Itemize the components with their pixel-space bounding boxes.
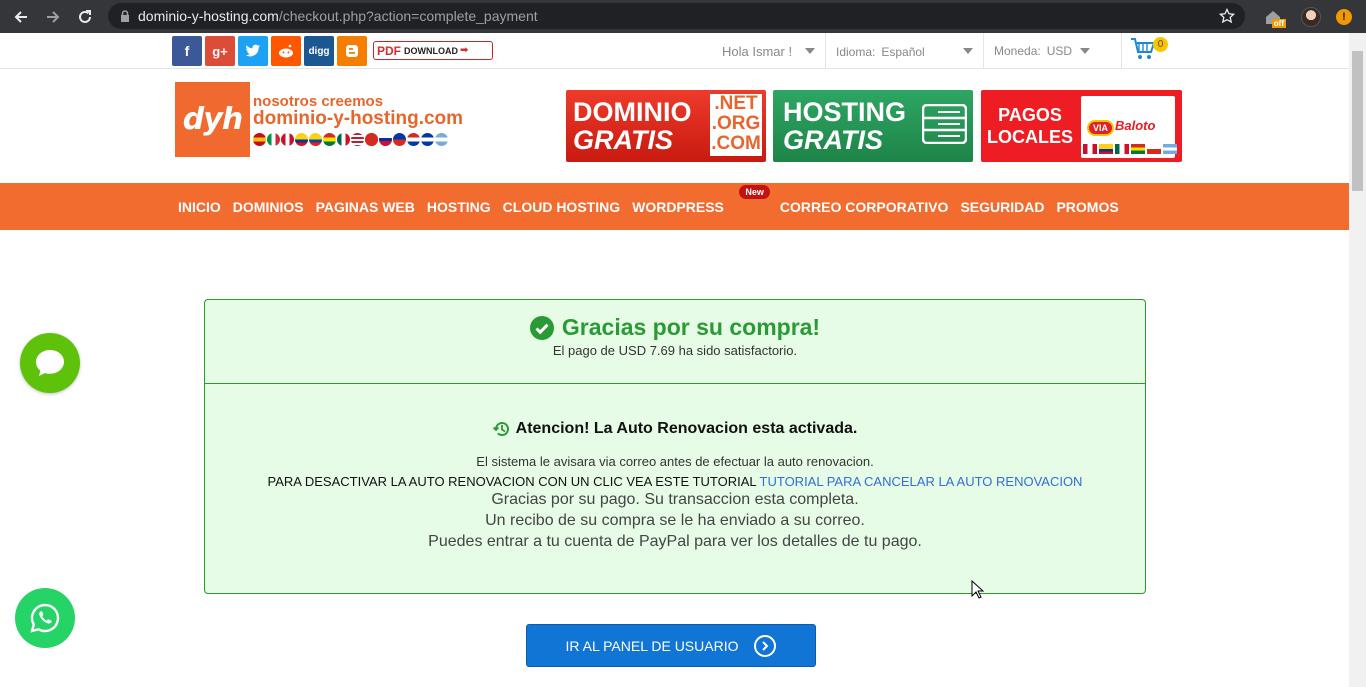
check-circle-icon [529,315,554,340]
cart-count-badge: 0 [1153,37,1168,52]
menu-item-paginas-web[interactable]: PAGINAS WEB [310,199,421,215]
menu-item-wordpress[interactable]: WORDPRESS New [626,184,770,215]
caret-down-icon [1080,48,1091,54]
success-title: Gracias por su compra! [205,300,1145,341]
checkout-content: Gracias por su compra! El pago de USD 7.… [0,230,1349,687]
twitter-icon[interactable] [238,36,268,66]
top-bar: f g+ digg PDF DOWNLOAD ➡ Hola Ismar ! Id… [0,33,1349,69]
account-bar: Hola Ismar ! Idioma: Español Moneda: USD [712,33,1122,69]
logo-tagline: nosotros creemos [253,93,384,110]
caret-down-icon [805,48,815,54]
page: f g+ digg PDF DOWNLOAD ➡ Hola Ismar ! Id… [0,33,1349,687]
facebook-icon[interactable]: f [172,36,202,66]
digg-icon[interactable]: digg [304,36,334,66]
payment-success-box: Gracias por su compra! El pago de USD 7.… [204,299,1146,594]
reload-icon[interactable] [72,4,98,30]
menu-item-cloud-hosting[interactable]: CLOUD HOSTING [497,199,626,215]
whatsapp-button[interactable] [15,588,75,648]
menu-item-promos[interactable]: PROMOS [1050,199,1124,215]
chevron-right-icon [754,634,777,657]
browser-toolbar: dominio-y-hosting.com/checkout.php?actio… [0,0,1366,33]
logo-mark: dyh [175,82,250,157]
user-panel-button[interactable]: IR AL PANEL DE USUARIO [526,624,816,667]
blogger-icon[interactable] [337,36,367,66]
banner-hosting-title: HOSTING [783,97,907,127]
main-menu: INICIO DOMINIOS PAGINAS WEB HOSTING CLOU… [0,183,1349,230]
page-scrollbar[interactable] [1349,33,1366,687]
bookmark-star-icon[interactable] [1218,7,1236,29]
banner-hosting-subtitle: GRATIS [783,125,883,155]
banner-dominio-title: DOMINIO [573,97,692,127]
live-chat-button[interactable] [20,333,80,393]
currency-selector[interactable]: Moneda: USD [984,33,1122,69]
site-header: dyh nosotros creemos dominio-y-hosting.c… [0,69,1349,183]
update-alert-icon[interactable]: ! [1336,8,1352,25]
new-badge: New [739,184,770,199]
google-plus-icon[interactable]: g+ [205,36,235,66]
language-selector[interactable]: Idioma: Español [826,33,984,69]
caret-down-icon [963,48,973,54]
whatsapp-icon [30,603,60,633]
pdf-download-button[interactable]: PDF DOWNLOAD ➡ [373,41,493,60]
banner-dominio-subtitle: GRATIS [573,125,673,155]
mouse-cursor-icon [971,580,985,599]
country-flags [253,133,463,146]
payment-logos: VIA Baloto [1081,96,1177,158]
user-menu[interactable]: Hola Ismar ! [712,33,826,69]
banner-pagos-title: PAGOS [998,105,1062,125]
menu-item-hosting[interactable]: HOSTING [421,199,497,215]
social-links: f g+ digg PDF DOWNLOAD ➡ [172,36,493,66]
cart-icon[interactable] [1130,37,1156,66]
url-text: dominio-y-hosting.com/checkout.php?actio… [138,8,538,24]
lock-icon [120,10,130,22]
address-bar[interactable]: dominio-y-hosting.com/checkout.php?actio… [108,3,1245,29]
chat-icon [36,350,64,376]
history-icon [492,422,509,436]
site-logo[interactable]: dyh nosotros creemos dominio-y-hosting.c… [175,82,463,157]
banner-hosting-gratis[interactable]: HOSTING GRATIS [773,90,973,162]
server-icon [922,104,967,144]
extension-off-icon[interactable]: off [1260,4,1286,30]
menu-item-inicio[interactable]: INICIO [172,199,227,215]
menu-item-correo-corporativo[interactable]: CORREO CORPORATIVO [774,199,955,215]
back-icon[interactable] [8,4,34,30]
deactivate-instructions: PARA DESACTIVAR LA AUTO RENOVACION CON U… [267,474,1083,489]
banner-dominio-gratis[interactable]: DOMINIO GRATIS .NET .ORG .COM [566,90,766,162]
domain-extensions: .NET .ORG .COM [710,93,762,156]
banner-pagos-subtitle: LOCALES [986,127,1073,147]
reddit-icon[interactable] [271,36,301,66]
cancel-renewal-tutorial-link[interactable]: TUTORIAL PARA CANCELAR LA AUTO RENOVACIO… [760,474,1083,489]
forward-icon[interactable] [40,4,66,30]
banner-pagos-locales[interactable]: PAGOS LOCALES VIA Baloto [981,90,1182,162]
auto-renewal-notice: Atencion! La Auto Renovacion esta activa… [205,420,1145,438]
system-notice: El sistema le avisara via correo antes d… [476,454,874,469]
payment-amount-text: El pago de USD 7.69 ha sido satisfactori… [552,343,798,358]
logo-domain: dominio-y-hosting.com [253,108,464,129]
arrow-right-icon: ➡ [460,45,469,56]
profile-avatar[interactable] [1298,4,1324,30]
receipt-message: Gracias por su pago. Su transaccion esta… [428,491,922,550]
menu-item-seguridad[interactable]: SEGURIDAD [954,199,1050,215]
menu-item-dominios[interactable]: DOMINIOS [227,199,310,215]
